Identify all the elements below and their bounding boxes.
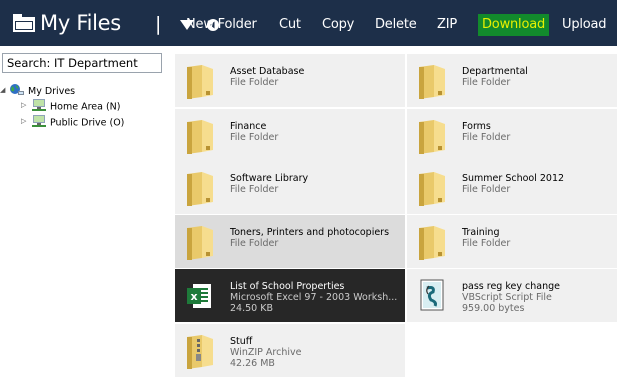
file-type: File Folder bbox=[230, 77, 279, 88]
file-name: Forms bbox=[462, 121, 491, 132]
file-tile-departmental[interactable]: Departmental File Folder bbox=[407, 54, 617, 107]
file-name: Departmental bbox=[462, 66, 528, 77]
file-type: Microsoft Excel 97 - 2003 Worksh... bbox=[230, 292, 398, 303]
file-size: 24.50 KB bbox=[230, 303, 273, 314]
svg-text:x: x bbox=[190, 290, 197, 303]
folder-icon bbox=[185, 63, 215, 103]
file-tile-stuff[interactable]: Stuff WinZIP Archive 42.26 MB bbox=[175, 324, 405, 377]
file-name: List of School Properties bbox=[230, 281, 345, 292]
file-tile-finance[interactable]: Finance File Folder bbox=[175, 109, 405, 162]
file-type: File Folder bbox=[462, 77, 511, 88]
file-name: Toners, Printers and photocopiers bbox=[230, 227, 390, 238]
file-type: File Folder bbox=[230, 238, 279, 249]
file-type: File Folder bbox=[462, 132, 511, 143]
file-name: Finance bbox=[230, 121, 267, 132]
top-bar: My Files | New Folder Cut Copy Delete ZI… bbox=[0, 0, 617, 46]
zip-button[interactable]: ZIP bbox=[437, 14, 457, 36]
cut-button[interactable]: Cut bbox=[279, 14, 301, 36]
excel-file-icon: x bbox=[185, 278, 215, 318]
copy-button[interactable]: Copy bbox=[322, 14, 354, 36]
file-name: Software Library bbox=[230, 173, 309, 184]
file-type: File Folder bbox=[462, 184, 511, 195]
file-type: File Folder bbox=[230, 132, 279, 143]
network-drive-icon bbox=[32, 115, 46, 131]
file-type: File Folder bbox=[462, 238, 511, 249]
file-name: Training bbox=[462, 227, 500, 238]
file-size: 959.00 bytes bbox=[462, 303, 525, 314]
file-tile-asset-database[interactable]: Asset Database File Folder bbox=[175, 54, 405, 107]
file-type: File Folder bbox=[230, 184, 279, 195]
folder-icon bbox=[185, 224, 215, 264]
file-name: pass reg key change bbox=[462, 281, 560, 292]
folder-icon bbox=[417, 63, 447, 103]
tree-item-my-drives[interactable]: My Drives bbox=[9, 83, 75, 100]
collapse-arrow-icon[interactable]: ◢ bbox=[0, 86, 5, 94]
folder-window-icon bbox=[13, 14, 35, 36]
folder-icon bbox=[417, 224, 447, 264]
upload-button[interactable]: Upload bbox=[562, 14, 607, 36]
folder-icon bbox=[417, 118, 447, 158]
app-title: My Files bbox=[40, 11, 121, 35]
expand-arrow-icon[interactable]: ▷ bbox=[21, 101, 26, 109]
delete-button[interactable]: Delete bbox=[375, 14, 417, 36]
file-tile-software-library[interactable]: Software Library File Folder bbox=[175, 161, 405, 214]
tree-item-public-drive[interactable]: Public Drive (O) bbox=[32, 115, 124, 131]
title-separator: | bbox=[155, 13, 162, 35]
file-tile-training[interactable]: Training File Folder bbox=[407, 215, 617, 268]
file-tile-forms[interactable]: Forms File Folder bbox=[407, 109, 617, 162]
file-tile-list-of-school-properties[interactable]: x List of School Properties Microsoft Ex… bbox=[175, 269, 405, 322]
zip-folder-icon bbox=[185, 333, 215, 373]
vbscript-file-icon bbox=[417, 278, 447, 318]
network-drive-icon bbox=[32, 99, 46, 115]
tree-item-label: Public Drive (O) bbox=[50, 117, 125, 129]
network-globe-icon bbox=[9, 83, 24, 100]
file-name: Stuff bbox=[230, 336, 253, 347]
folder-icon bbox=[185, 170, 215, 210]
file-tile-pass-reg-key-change[interactable]: pass reg key change VBScript Script File… bbox=[407, 269, 617, 322]
file-name: Summer School 2012 bbox=[462, 173, 565, 184]
download-button[interactable]: Download bbox=[478, 14, 550, 36]
file-type: WinZIP Archive bbox=[230, 347, 302, 358]
file-tile-summer-school-2012[interactable]: Summer School 2012 File Folder bbox=[407, 161, 617, 214]
folder-icon bbox=[185, 118, 215, 158]
file-list: Asset Database File Folder Departmental … bbox=[175, 46, 617, 381]
tree-item-home-area[interactable]: Home Area (N) bbox=[32, 99, 120, 115]
expand-arrow-icon[interactable]: ▷ bbox=[21, 117, 26, 125]
file-tile-toners-printers[interactable]: Toners, Printers and photocopiers File F… bbox=[175, 215, 405, 268]
file-type: VBScript Script File bbox=[462, 292, 552, 303]
tree-item-label: Home Area (N) bbox=[50, 101, 121, 113]
file-size: 42.26 MB bbox=[230, 358, 275, 369]
folder-icon bbox=[417, 170, 447, 210]
new-folder-button[interactable]: New Folder bbox=[186, 14, 257, 36]
file-name: Asset Database bbox=[230, 66, 305, 77]
search-input[interactable] bbox=[2, 53, 162, 73]
tree-item-label: My Drives bbox=[28, 86, 76, 97]
